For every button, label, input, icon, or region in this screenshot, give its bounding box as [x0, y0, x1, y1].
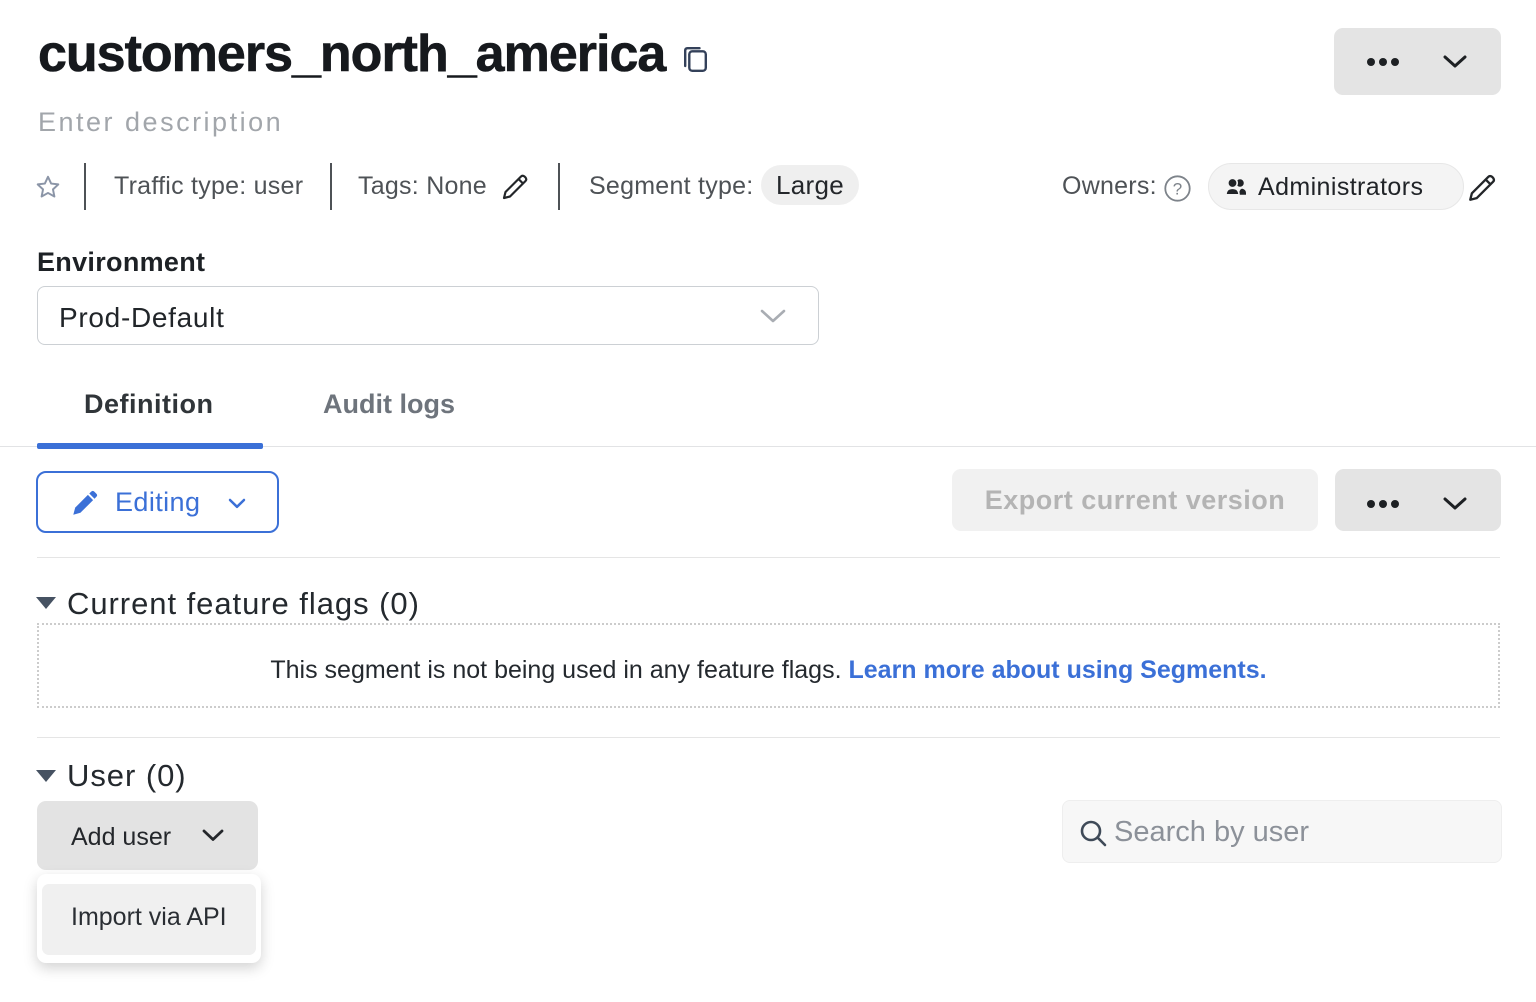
svg-text:?: ?: [1173, 180, 1182, 199]
